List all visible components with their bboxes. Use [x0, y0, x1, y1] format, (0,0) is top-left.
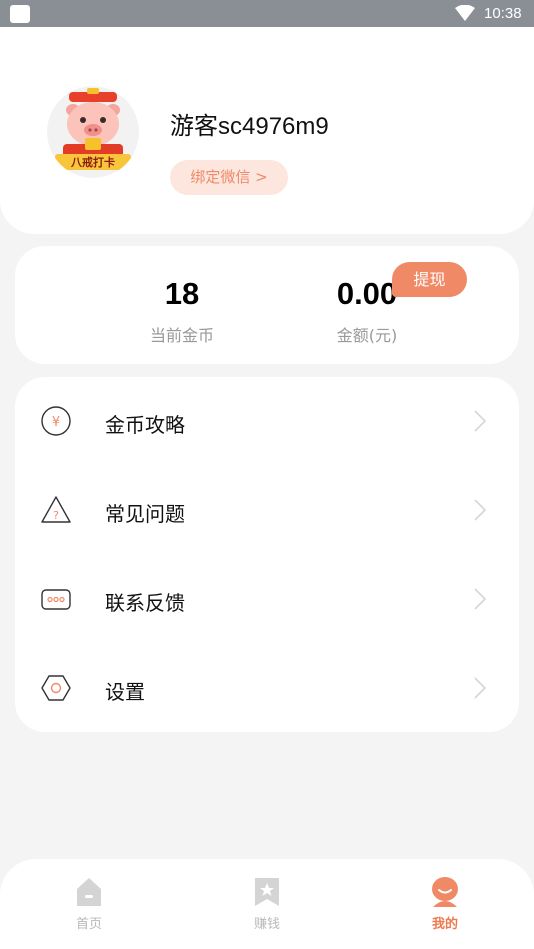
feedback-chat-icon: [41, 589, 71, 610]
username: 游客sc4976m9: [170, 113, 329, 140]
coins-value: 18: [164, 276, 200, 311]
bind-wechat-button[interactable]: 绑定微信 >: [170, 160, 288, 195]
chevron-right-icon: [474, 410, 487, 432]
status-bar: 10:38: [0, 0, 534, 27]
user-icon: [432, 877, 458, 907]
nav-home[interactable]: 首页: [49, 875, 129, 932]
amount-label: 金额(元): [336, 326, 398, 345]
stats-card: 18 当前金币 0.00 金额(元) 提现: [15, 246, 519, 364]
menu-card: ¥ 金币攻略 ? 常见问题 联系反馈 设置: [15, 377, 519, 732]
profile-card: 八戒打卡 游客sc4976m9 绑定微信 >: [0, 27, 534, 234]
menu-item-feedback[interactable]: 联系反馈: [15, 555, 519, 644]
menu-label: 金币攻略: [105, 413, 185, 437]
menu-label: 联系反馈: [105, 591, 185, 615]
settings-hexagon-icon: [41, 675, 71, 701]
svg-text:¥: ¥: [52, 415, 60, 430]
nav-label: 首页: [75, 917, 102, 932]
nav-mine[interactable]: 我的: [405, 875, 485, 932]
avatar[interactable]: 八戒打卡: [47, 86, 139, 178]
menu-item-settings[interactable]: 设置: [15, 644, 519, 733]
app-notification-icon: [10, 5, 30, 23]
coins-label: 当前金币: [149, 326, 214, 345]
menu-label: 设置: [105, 680, 145, 704]
bookmark-star-icon: [255, 878, 279, 906]
svg-text:?: ?: [53, 509, 59, 522]
coins-stat: 18 当前金币: [92, 276, 272, 346]
nav-label: 赚钱: [253, 917, 280, 932]
clock: 10:38: [484, 5, 522, 22]
avatar-banner-text: 八戒打卡: [70, 155, 115, 169]
chevron-right-icon: [474, 677, 487, 699]
nav-earn[interactable]: 赚钱: [227, 875, 307, 932]
chevron-right-icon: [474, 499, 487, 521]
withdraw-button[interactable]: 提现: [392, 262, 467, 297]
nav-label: 我的: [431, 917, 458, 932]
chevron-right-icon: [474, 588, 487, 610]
home-icon: [77, 878, 101, 906]
question-icon: ?: [41, 496, 71, 523]
bottom-nav: 首页 赚钱 我的: [0, 859, 534, 949]
yuan-coin-icon: ¥: [41, 406, 71, 436]
menu-label: 常见问题: [105, 502, 185, 526]
pig-avatar-icon: 八戒打卡: [47, 86, 139, 178]
wifi-icon: [455, 5, 475, 21]
menu-item-coin-guide[interactable]: ¥ 金币攻略: [15, 377, 519, 466]
menu-item-faq[interactable]: ? 常见问题: [15, 466, 519, 555]
